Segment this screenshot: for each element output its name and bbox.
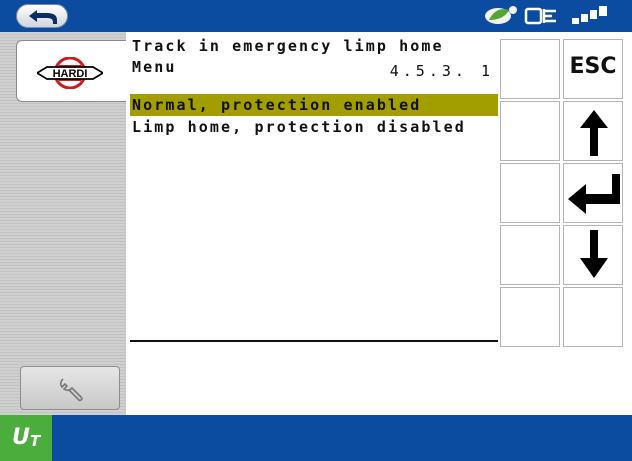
version-number: 4.5.3. 1: [389, 62, 494, 80]
wrench-icon: [59, 378, 83, 402]
main-panel: Track in emergency limp home Menu 4.5.3.…: [126, 32, 500, 415]
leaf-eye-icon: [484, 4, 518, 32]
left-panel: HARDI: [0, 32, 126, 415]
status-icons: [484, 4, 614, 28]
softkey-blank-3[interactable]: [500, 163, 560, 223]
back-arrow-icon: [29, 10, 57, 24]
esc-label: ESC: [569, 54, 617, 79]
bottom-bar: UT: [0, 415, 632, 461]
top-bar: [0, 0, 632, 32]
screen-title-line1: Track in emergency limp home: [132, 37, 444, 55]
arrow-up-button[interactable]: [563, 101, 623, 161]
signal-icon: [570, 4, 614, 32]
arrow-down-icon: [580, 230, 608, 278]
divider: [130, 340, 498, 342]
connection-icon: [524, 4, 564, 32]
ut-logo-main: U: [11, 425, 30, 450]
esc-button[interactable]: ESC: [563, 39, 623, 99]
screen-title-line2: Menu: [132, 58, 177, 76]
enter-icon: [568, 174, 620, 214]
enter-button[interactable]: [563, 163, 623, 223]
option-limp-home[interactable]: Limp home, protection disabled: [130, 116, 498, 138]
ut-logo[interactable]: UT: [0, 415, 52, 461]
softkey-blank-2[interactable]: [500, 101, 560, 161]
svg-text:HARDI: HARDI: [53, 68, 88, 80]
back-button[interactable]: [16, 4, 68, 28]
tool-button[interactable]: [20, 366, 120, 410]
option-normal-protection[interactable]: Normal, protection enabled: [130, 94, 498, 116]
hardi-tab[interactable]: HARDI: [16, 40, 126, 102]
arrow-down-button[interactable]: [563, 225, 623, 285]
softkey-blank-6[interactable]: [563, 287, 623, 347]
softkey-blank-4[interactable]: [500, 225, 560, 285]
hardi-logo-icon: HARDI: [37, 57, 103, 89]
softkey-blank-5[interactable]: [500, 287, 560, 347]
softkey-blank-1[interactable]: [500, 39, 560, 99]
arrow-up-icon: [580, 110, 608, 156]
ut-logo-sub: T: [29, 432, 41, 450]
